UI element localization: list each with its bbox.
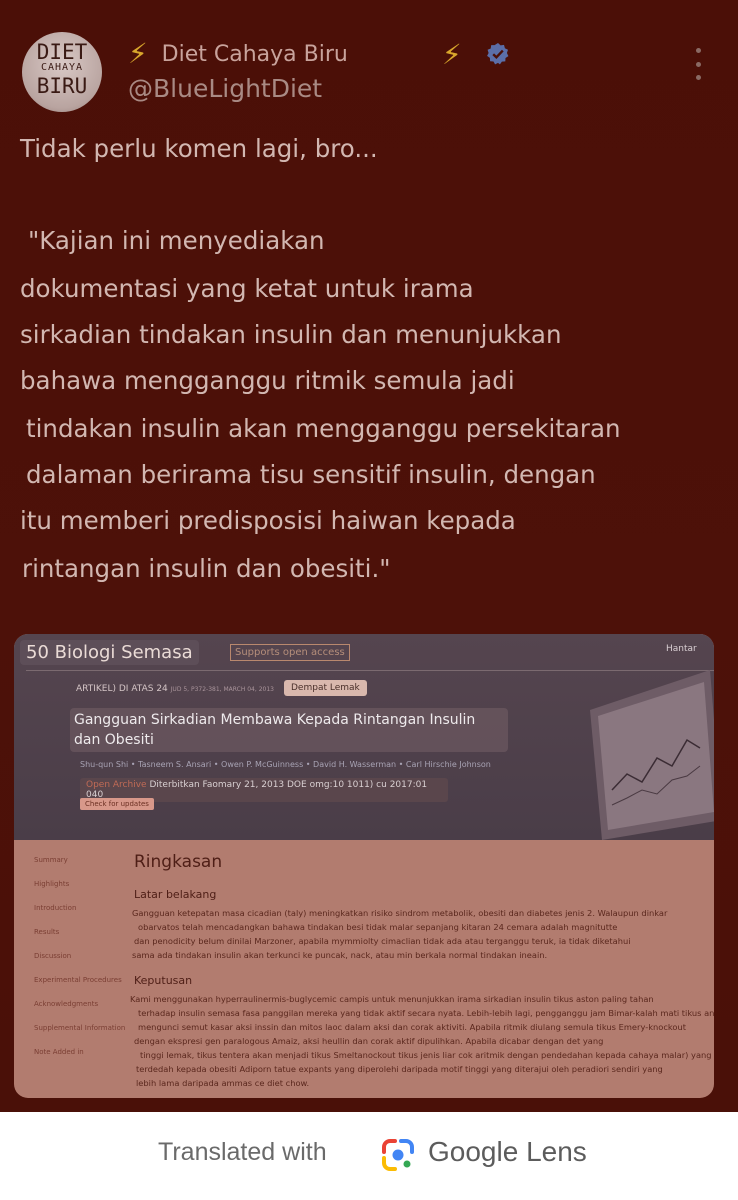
open-access-box: Supports open access [230, 644, 350, 661]
author-handle[interactable]: @BlueLightDiet [128, 74, 322, 103]
verified-badge-icon [487, 43, 509, 65]
check-updates-button: Check for updates [80, 798, 154, 810]
tweet-line: sirkadian tindakan insulin dan menunjukk… [20, 320, 562, 349]
abstract-line: lebih lama daripada ammas ce diet chow. [136, 1078, 310, 1088]
tweet-line: rintangan insulin dan obesiti." [22, 554, 391, 583]
abstract-heading: Ringkasan [134, 852, 223, 872]
article-meta-small: JUD 5, P372-381, MARCH 04, 2013 [170, 686, 274, 693]
google-lens-label: Google Lens [428, 1136, 587, 1167]
tweet-line: Tidak perlu komen lagi, bro... [20, 134, 378, 163]
tweet-line: itu memberi predisposisi haiwan kepada [20, 506, 516, 535]
article-meta-label: ARTIKEL) DI ATAS 24 [76, 684, 168, 694]
attached-image[interactable]: 50 Biologi Semasa Supports open access H… [14, 634, 714, 1098]
abstract-line: Kami menggunakan hyperraulinermis-buglyc… [130, 994, 654, 1004]
side-nav-item: Supplemental Information [34, 1024, 126, 1032]
abstract-line: terhadap insulin semasa fasa panggilan m… [138, 1008, 714, 1018]
tag-button: Dempat Lemak [284, 680, 367, 696]
avatar-text-2: CAHAYA [40, 62, 84, 73]
tweet-line: bahawa mengganggu ritmik semula jadi [20, 366, 515, 395]
article-authors: Shu-qun Shi • Tasneem S. Ansari • Owen P… [80, 760, 491, 769]
tweet-line: "Kajian ini menyediakan [28, 226, 325, 255]
side-nav-item: Highlights [34, 880, 70, 888]
abstract-line: mengunci semut kasar aksi inssin dan mit… [138, 1022, 686, 1032]
article-side-nav: Summary Highlights Introduction Results … [34, 856, 125, 1072]
open-archive-label: Open Archive [86, 780, 147, 790]
side-nav-item: Acknowledgments [34, 1000, 99, 1008]
article-header: 50 Biologi Semasa Supports open access H… [14, 634, 714, 840]
section-background: Latar belakang [134, 888, 217, 901]
avatar-text-3: BIRU [36, 74, 88, 98]
abstract-line: dan penodicity belum dinilai Marzoner, a… [134, 936, 631, 946]
avatar-text-1: DIET [36, 40, 88, 64]
tweet-line: dokumentasi yang ketat untuk irama [20, 274, 474, 303]
abstract-line: tinggi lemak, tikus tentera akan menjadi… [140, 1050, 712, 1060]
abstract-line: terdedah kepada obesiti Adiporn tatue ex… [136, 1064, 663, 1074]
journal-name: 50 Biologi Semasa [20, 640, 199, 665]
lightning-bolt-icon: ⚡ [128, 37, 148, 70]
send-link: Hantar [666, 644, 697, 654]
translated-with-label: Translated with [158, 1138, 327, 1166]
tweet-line: dalaman berirama tisu sensitif insulin, … [26, 460, 596, 489]
abstract-line: obarvatos telah mencadangkan bahawa tind… [138, 922, 618, 932]
article-meta: ARTIKEL) DI ATAS 24 JUD 5, P372-381, MAR… [76, 684, 274, 694]
abstract-line: Gangguan ketepatan masa cicadian (taly) … [132, 908, 668, 918]
lens-footer: Translated with Google Lens [0, 1112, 738, 1200]
abstract-line: dengan ekspresi gen paralogous Amaiz, ak… [134, 1036, 604, 1046]
side-nav-item: Summary [34, 856, 68, 864]
graph-image [590, 670, 714, 840]
lightning-bolt-icon: ⚡ [442, 38, 462, 71]
side-nav-item: Experimental Procedures [34, 976, 122, 984]
side-nav-item: Discussion [34, 952, 72, 960]
tweet-line: tindakan insulin akan mengganggu perseki… [26, 414, 621, 443]
google-lens-icon [382, 1139, 414, 1171]
abstract-line: sama ada tindakan insulin akan terkunci … [132, 950, 548, 960]
author-name[interactable]: Diet Cahaya Biru [162, 42, 348, 67]
side-nav-item: Results [34, 928, 60, 936]
side-nav-item: Introduction [34, 904, 77, 912]
article-title: Gangguan Sirkadian Membawa Kepada Rintan… [70, 708, 508, 752]
tweet-post: DIET CAHAYA BIRU ⚡ Diet Cahaya Biru ⚡ @B… [0, 0, 738, 1112]
avatar[interactable]: DIET CAHAYA BIRU [22, 32, 102, 112]
more-options-icon[interactable] [688, 48, 708, 80]
side-nav-item: Note Added in [34, 1048, 84, 1056]
section-results: Keputusan [134, 974, 193, 987]
author-name-row[interactable]: ⚡ Diet Cahaya Biru [128, 38, 348, 70]
